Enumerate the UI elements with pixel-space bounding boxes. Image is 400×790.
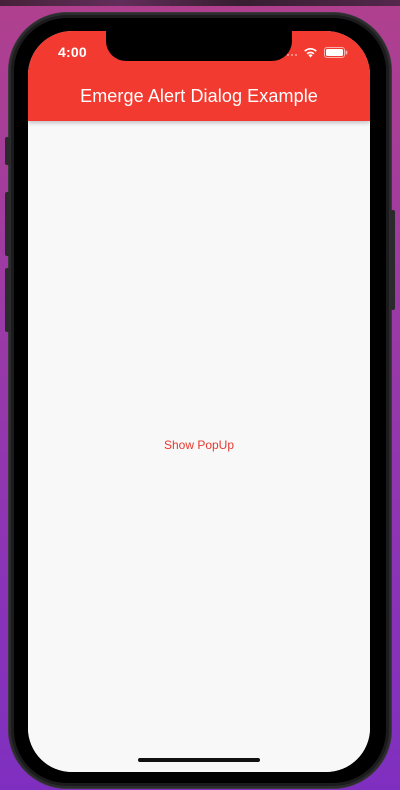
power-button: [390, 210, 395, 310]
battery-icon: [324, 46, 348, 58]
notch: [106, 31, 292, 61]
desktop-top-strip: [0, 0, 400, 6]
status-icons: [283, 46, 348, 58]
volume-up-button: [5, 192, 10, 256]
home-indicator[interactable]: [138, 758, 260, 762]
main-content: Show PopUp: [28, 121, 370, 772]
show-popup-button[interactable]: Show PopUp: [149, 434, 249, 456]
app-bar: 4:00 Emerge Alert Dialog Example: [28, 31, 370, 121]
status-time: 4:00: [58, 44, 87, 60]
phone-screen: 4:00 Emerge Alert Dialog Example Show Po…: [28, 31, 370, 772]
page-title: Emerge Alert Dialog Example: [80, 86, 318, 106]
wifi-icon: [304, 47, 317, 57]
volume-down-button: [5, 268, 10, 332]
mute-switch: [5, 137, 10, 165]
